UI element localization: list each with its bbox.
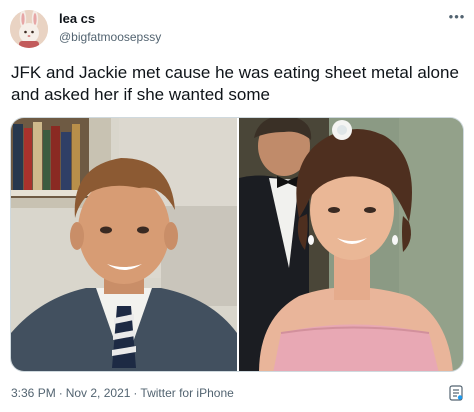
user-handle[interactable]: @bigfatmoosepssy [59,30,161,44]
tweet-date[interactable]: Nov 2, 2021 [66,386,131,400]
photo-man-in-suit[interactable] [11,118,237,371]
more-options-icon[interactable]: ••• [447,10,467,24]
tweet-footer: 3:36 PM · Nov 2, 2021 · Twitter for iPhone [11,386,234,400]
tweet-text: JFK and Jackie met cause he was eating s… [11,63,459,104]
tweet-time[interactable]: 3:36 PM [11,386,56,400]
tweet-client[interactable]: Twitter for iPhone [140,386,233,400]
footer-separator: · [58,386,63,400]
footer-separator: · [133,386,138,400]
bunny-avatar-icon [10,10,48,48]
avatar[interactable] [10,10,48,48]
analytics-icon[interactable] [449,385,463,401]
tweet: lea cs @bigfatmoosepssy ••• JFK and Jack… [0,0,474,412]
tweet-media[interactable] [10,117,464,372]
photo-woman-in-pink-dress[interactable] [239,118,463,371]
display-name[interactable]: lea cs [59,11,95,26]
